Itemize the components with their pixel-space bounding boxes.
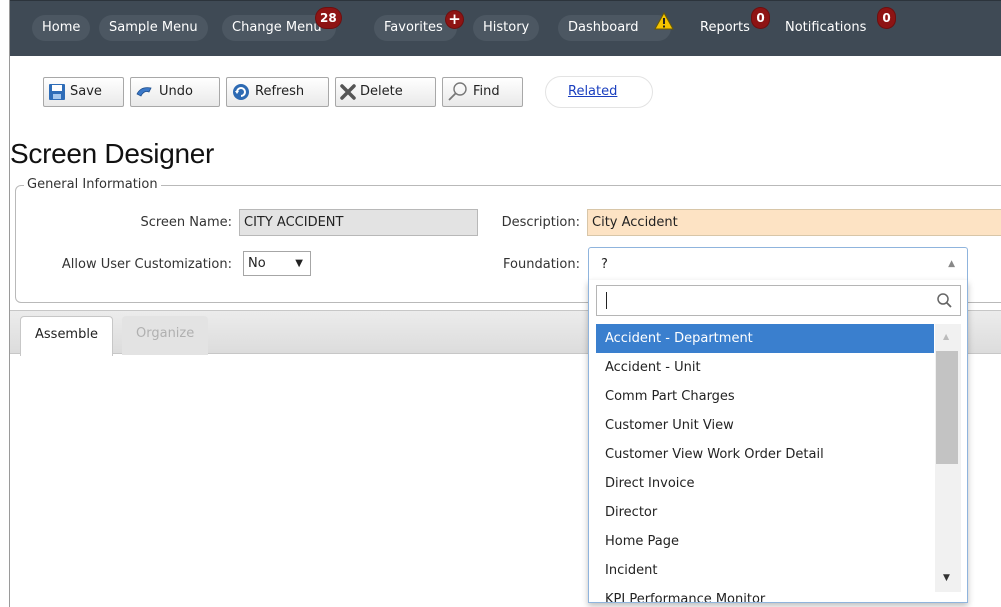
nav-favorites-label: Favorites	[384, 20, 443, 35]
foundation-dropdown: Accident - Department Accident - Unit Comm…	[588, 280, 968, 603]
nav-dashboard-label: Dashboard	[568, 20, 639, 35]
refresh-button[interactable]: Refresh	[226, 77, 329, 107]
dropdown-option[interactable]: Director	[596, 498, 934, 527]
foundation-label: Foundation:	[503, 257, 580, 272]
description-label: Description:	[501, 215, 580, 230]
dropdown-search-input[interactable]	[596, 285, 961, 316]
general-information-legend: General Information	[24, 177, 161, 192]
delete-label: Delete	[360, 84, 403, 99]
scroll-down-icon[interactable]: ▼	[943, 573, 950, 583]
dropdown-option[interactable]: Customer View Work Order Detail	[596, 440, 934, 469]
related-container: Related	[545, 76, 653, 108]
find-label: Find	[473, 84, 500, 99]
text-cursor	[606, 292, 607, 309]
save-icon	[49, 83, 65, 100]
change-menu-badge: 28	[316, 8, 341, 28]
screen-name-field[interactable]: CITY ACCIDENT	[239, 209, 478, 236]
dropdown-list: Accident - Department Accident - Unit Comm…	[596, 324, 934, 602]
save-button[interactable]: Save	[43, 77, 124, 107]
scroll-up-icon[interactable]: ▲	[943, 332, 949, 341]
reports-badge: 0	[752, 8, 769, 28]
nav-reports-label: Reports	[700, 20, 750, 35]
dropdown-option[interactable]: Accident - Unit	[596, 353, 934, 382]
refresh-icon	[233, 83, 249, 100]
find-icon	[448, 81, 467, 101]
find-button[interactable]: Find	[442, 77, 523, 107]
caret-up-icon: ▲	[948, 259, 955, 269]
save-label: Save	[70, 84, 102, 99]
dropdown-option[interactable]: Incident	[596, 556, 934, 585]
refresh-label: Refresh	[255, 84, 305, 99]
search-icon	[937, 293, 952, 308]
allow-customization-select[interactable]: No ▼	[243, 251, 311, 276]
tab-organize[interactable]: Organize	[122, 316, 209, 355]
caret-down-icon: ▼	[295, 258, 303, 269]
nav-history[interactable]: History	[473, 15, 540, 41]
dropdown-scrollbar[interactable]: ▲ ▼	[935, 324, 961, 592]
undo-button[interactable]: Undo	[130, 77, 220, 107]
nav-history-label: History	[483, 20, 530, 35]
tab-organize-label: Organize	[136, 326, 195, 341]
nav-change-menu-label: Change Menu	[232, 20, 322, 35]
nav-dashboard[interactable]: Dashboard	[558, 12, 674, 41]
tab-assemble[interactable]: Assemble	[20, 316, 113, 356]
related-link[interactable]: Related	[568, 84, 617, 99]
notifications-badge: 0	[878, 8, 895, 28]
app-frame: Home Sample Menu Change Menu 28 Favorite…	[9, 0, 1001, 607]
delete-icon	[340, 83, 356, 100]
nav-change-menu[interactable]: Change Menu 28	[222, 8, 341, 41]
allow-customization-label: Allow User Customization:	[61, 257, 232, 272]
allow-customization-value: No	[248, 256, 266, 271]
dropdown-option[interactable]: Comm Part Charges	[596, 382, 934, 411]
delete-button[interactable]: Delete	[335, 77, 436, 107]
undo-icon	[136, 86, 152, 97]
dropdown-option[interactable]: Home Page	[596, 527, 934, 556]
nav-home[interactable]: Home	[32, 15, 91, 41]
dropdown-option[interactable]: Accident - Department	[596, 324, 934, 353]
nav-home-label: Home	[42, 20, 81, 35]
undo-label: Undo	[159, 84, 193, 99]
favorites-plus-badge: +	[446, 11, 463, 28]
dropdown-option[interactable]: Direct Invoice	[596, 469, 934, 498]
tab-assemble-label: Assemble	[35, 327, 98, 342]
top-navigation: Home Sample Menu Change Menu 28 Favorite…	[10, 0, 1001, 56]
description-field[interactable]: City Accident	[587, 209, 1001, 236]
foundation-value: ?	[601, 257, 608, 272]
dropdown-option[interactable]: KPI Performance Monitor	[596, 585, 934, 602]
dropdown-option[interactable]: Customer Unit View	[596, 411, 934, 440]
warning-icon	[654, 12, 674, 30]
nav-favorites[interactable]: Favorites +	[374, 11, 463, 41]
scrollbar-thumb[interactable]	[936, 351, 958, 464]
nav-notifications[interactable]: Notifications 0	[785, 8, 895, 41]
page-title: Screen Designer	[10, 138, 215, 169]
nav-sample-menu-label: Sample Menu	[109, 20, 198, 35]
screen-name-label: Screen Name:	[140, 215, 232, 230]
nav-reports[interactable]: Reports 0	[700, 8, 769, 41]
nav-notifications-label: Notifications	[785, 20, 867, 35]
nav-sample-menu[interactable]: Sample Menu	[99, 15, 208, 41]
foundation-select[interactable]: ? ▲	[588, 247, 968, 280]
